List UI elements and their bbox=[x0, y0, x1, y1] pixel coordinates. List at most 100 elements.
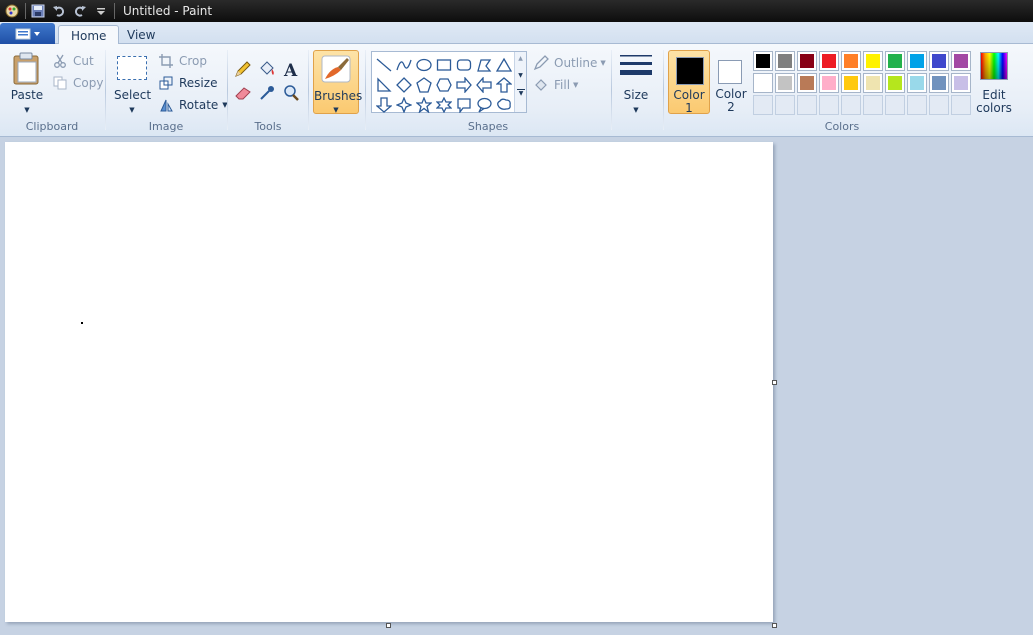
resize-handle-bottom[interactable] bbox=[386, 623, 391, 628]
line-shape-icon[interactable] bbox=[374, 55, 394, 75]
palette-swatch[interactable] bbox=[885, 51, 905, 71]
custom-color-slot[interactable] bbox=[753, 95, 773, 115]
custom-color-slot[interactable] bbox=[863, 95, 883, 115]
drawing-canvas[interactable] bbox=[5, 142, 773, 622]
copy-button[interactable]: Copy bbox=[52, 73, 103, 93]
palette-swatch[interactable] bbox=[841, 73, 861, 93]
four-point-star-shape-icon[interactable] bbox=[394, 95, 414, 115]
diamond-shape-icon[interactable] bbox=[394, 75, 414, 95]
resize-handle-right[interactable] bbox=[772, 380, 777, 385]
palette-swatch-color bbox=[800, 54, 814, 68]
down-arrow-shape-icon[interactable] bbox=[374, 95, 394, 115]
rotate-button[interactable]: Rotate ▼ bbox=[158, 95, 228, 115]
custom-color-slot[interactable] bbox=[775, 95, 795, 115]
custom-color-slot[interactable] bbox=[907, 95, 927, 115]
customize-qat-icon[interactable] bbox=[92, 2, 110, 20]
resize-button[interactable]: Resize bbox=[158, 73, 217, 93]
cloud-callout-shape-icon[interactable] bbox=[494, 95, 514, 115]
color-picker-icon[interactable] bbox=[256, 82, 278, 104]
paint-menu-button[interactable] bbox=[0, 23, 55, 44]
palette-swatch[interactable] bbox=[863, 51, 883, 71]
palette-swatch-color bbox=[822, 54, 836, 68]
right-triangle-shape-icon[interactable] bbox=[374, 75, 394, 95]
text-icon[interactable]: A bbox=[280, 58, 302, 80]
palette-swatch[interactable] bbox=[753, 73, 773, 93]
edit-colors-button[interactable]: Edit colors bbox=[976, 52, 1012, 115]
color-2-button[interactable]: Color 2 bbox=[710, 50, 752, 114]
palette-swatch[interactable] bbox=[775, 73, 795, 93]
custom-color-slot[interactable] bbox=[797, 95, 817, 115]
brushes-button[interactable]: Brushes ▼ bbox=[313, 50, 362, 114]
left-arrow-shape-icon[interactable] bbox=[474, 75, 494, 95]
polygon-shape-icon[interactable] bbox=[474, 55, 494, 75]
svg-text:A: A bbox=[283, 61, 298, 78]
redo-icon[interactable] bbox=[71, 2, 89, 20]
magnifier-icon[interactable] bbox=[280, 82, 302, 104]
rounded-rectangle-shape-icon[interactable] bbox=[454, 55, 474, 75]
color-1-button[interactable]: Color 1 bbox=[668, 50, 710, 115]
cut-button[interactable]: Cut bbox=[52, 51, 94, 71]
fill-button[interactable]: Fill ▼ bbox=[533, 75, 578, 95]
undo-icon[interactable] bbox=[50, 2, 68, 20]
size-button[interactable]: Size ▼ bbox=[616, 50, 656, 116]
palette-swatch[interactable] bbox=[819, 73, 839, 93]
palette-swatch[interactable] bbox=[929, 51, 949, 71]
fill-bucket-icon[interactable] bbox=[256, 58, 278, 80]
triangle-shape-icon[interactable] bbox=[494, 55, 514, 75]
palette-swatch[interactable] bbox=[907, 51, 927, 71]
custom-color-slot[interactable] bbox=[819, 95, 839, 115]
tab-view[interactable]: View bbox=[115, 25, 167, 45]
palette-swatch[interactable] bbox=[863, 73, 883, 93]
palette-swatch[interactable] bbox=[929, 73, 949, 93]
paste-label: Paste bbox=[10, 88, 44, 102]
image-group: Select ▼ Crop Resize Rotate ▼ Image bbox=[106, 44, 228, 136]
size-label: Size bbox=[623, 88, 649, 102]
select-button[interactable]: Select ▼ bbox=[114, 50, 151, 116]
right-arrow-shape-icon[interactable] bbox=[454, 75, 474, 95]
palette-swatch[interactable] bbox=[841, 51, 861, 71]
pencil-icon[interactable] bbox=[232, 58, 254, 80]
palette-swatch[interactable] bbox=[951, 73, 971, 93]
palette-swatch-color bbox=[844, 76, 858, 90]
palette-swatch[interactable] bbox=[907, 73, 927, 93]
up-arrow-shape-icon[interactable] bbox=[494, 75, 514, 95]
rectangle-shape-icon[interactable] bbox=[434, 55, 454, 75]
canvas-workspace[interactable] bbox=[0, 138, 1033, 635]
paste-button[interactable]: Paste ▼ bbox=[8, 50, 46, 116]
scroll-up-icon[interactable]: ▲ bbox=[515, 55, 526, 62]
hexagon-shape-icon[interactable] bbox=[434, 75, 454, 95]
oval-callout-shape-icon[interactable] bbox=[474, 95, 494, 115]
oval-shape-icon[interactable] bbox=[414, 55, 434, 75]
shapes-scrollbar[interactable]: ▲ ▼ ▼ bbox=[514, 52, 526, 112]
paint-app-icon[interactable] bbox=[3, 2, 21, 20]
palette-swatch[interactable] bbox=[797, 51, 817, 71]
expand-gallery-icon[interactable]: ▼ bbox=[517, 89, 525, 97]
palette-swatch[interactable] bbox=[775, 51, 795, 71]
outline-button[interactable]: Outline ▼ bbox=[533, 53, 606, 73]
shapes-grid bbox=[374, 55, 514, 115]
fill-icon bbox=[533, 77, 549, 93]
eraser-icon[interactable] bbox=[232, 82, 254, 104]
palette-swatch[interactable] bbox=[885, 73, 905, 93]
custom-color-slot[interactable] bbox=[951, 95, 971, 115]
palette-swatch[interactable] bbox=[753, 51, 773, 71]
palette-swatch[interactable] bbox=[951, 51, 971, 71]
custom-color-slot[interactable] bbox=[841, 95, 861, 115]
five-point-star-shape-icon[interactable] bbox=[414, 95, 434, 115]
palette-swatch-color bbox=[822, 76, 836, 90]
palette-swatch[interactable] bbox=[819, 51, 839, 71]
custom-color-slot[interactable] bbox=[929, 95, 949, 115]
save-icon[interactable] bbox=[29, 2, 47, 20]
palette-swatch[interactable] bbox=[797, 73, 817, 93]
copy-label: Copy bbox=[73, 76, 104, 90]
resize-handle-corner[interactable] bbox=[772, 623, 777, 628]
pentagon-shape-icon[interactable] bbox=[414, 75, 434, 95]
crop-button[interactable]: Crop bbox=[158, 51, 207, 71]
tab-home[interactable]: Home bbox=[58, 25, 120, 45]
edit-colors-label-line2: colors bbox=[976, 101, 1012, 115]
scroll-down-icon[interactable]: ▼ bbox=[515, 72, 526, 79]
six-point-star-shape-icon[interactable] bbox=[434, 95, 454, 115]
rounded-callout-shape-icon[interactable] bbox=[454, 95, 474, 115]
curve-shape-icon[interactable] bbox=[394, 55, 414, 75]
custom-color-slot[interactable] bbox=[885, 95, 905, 115]
